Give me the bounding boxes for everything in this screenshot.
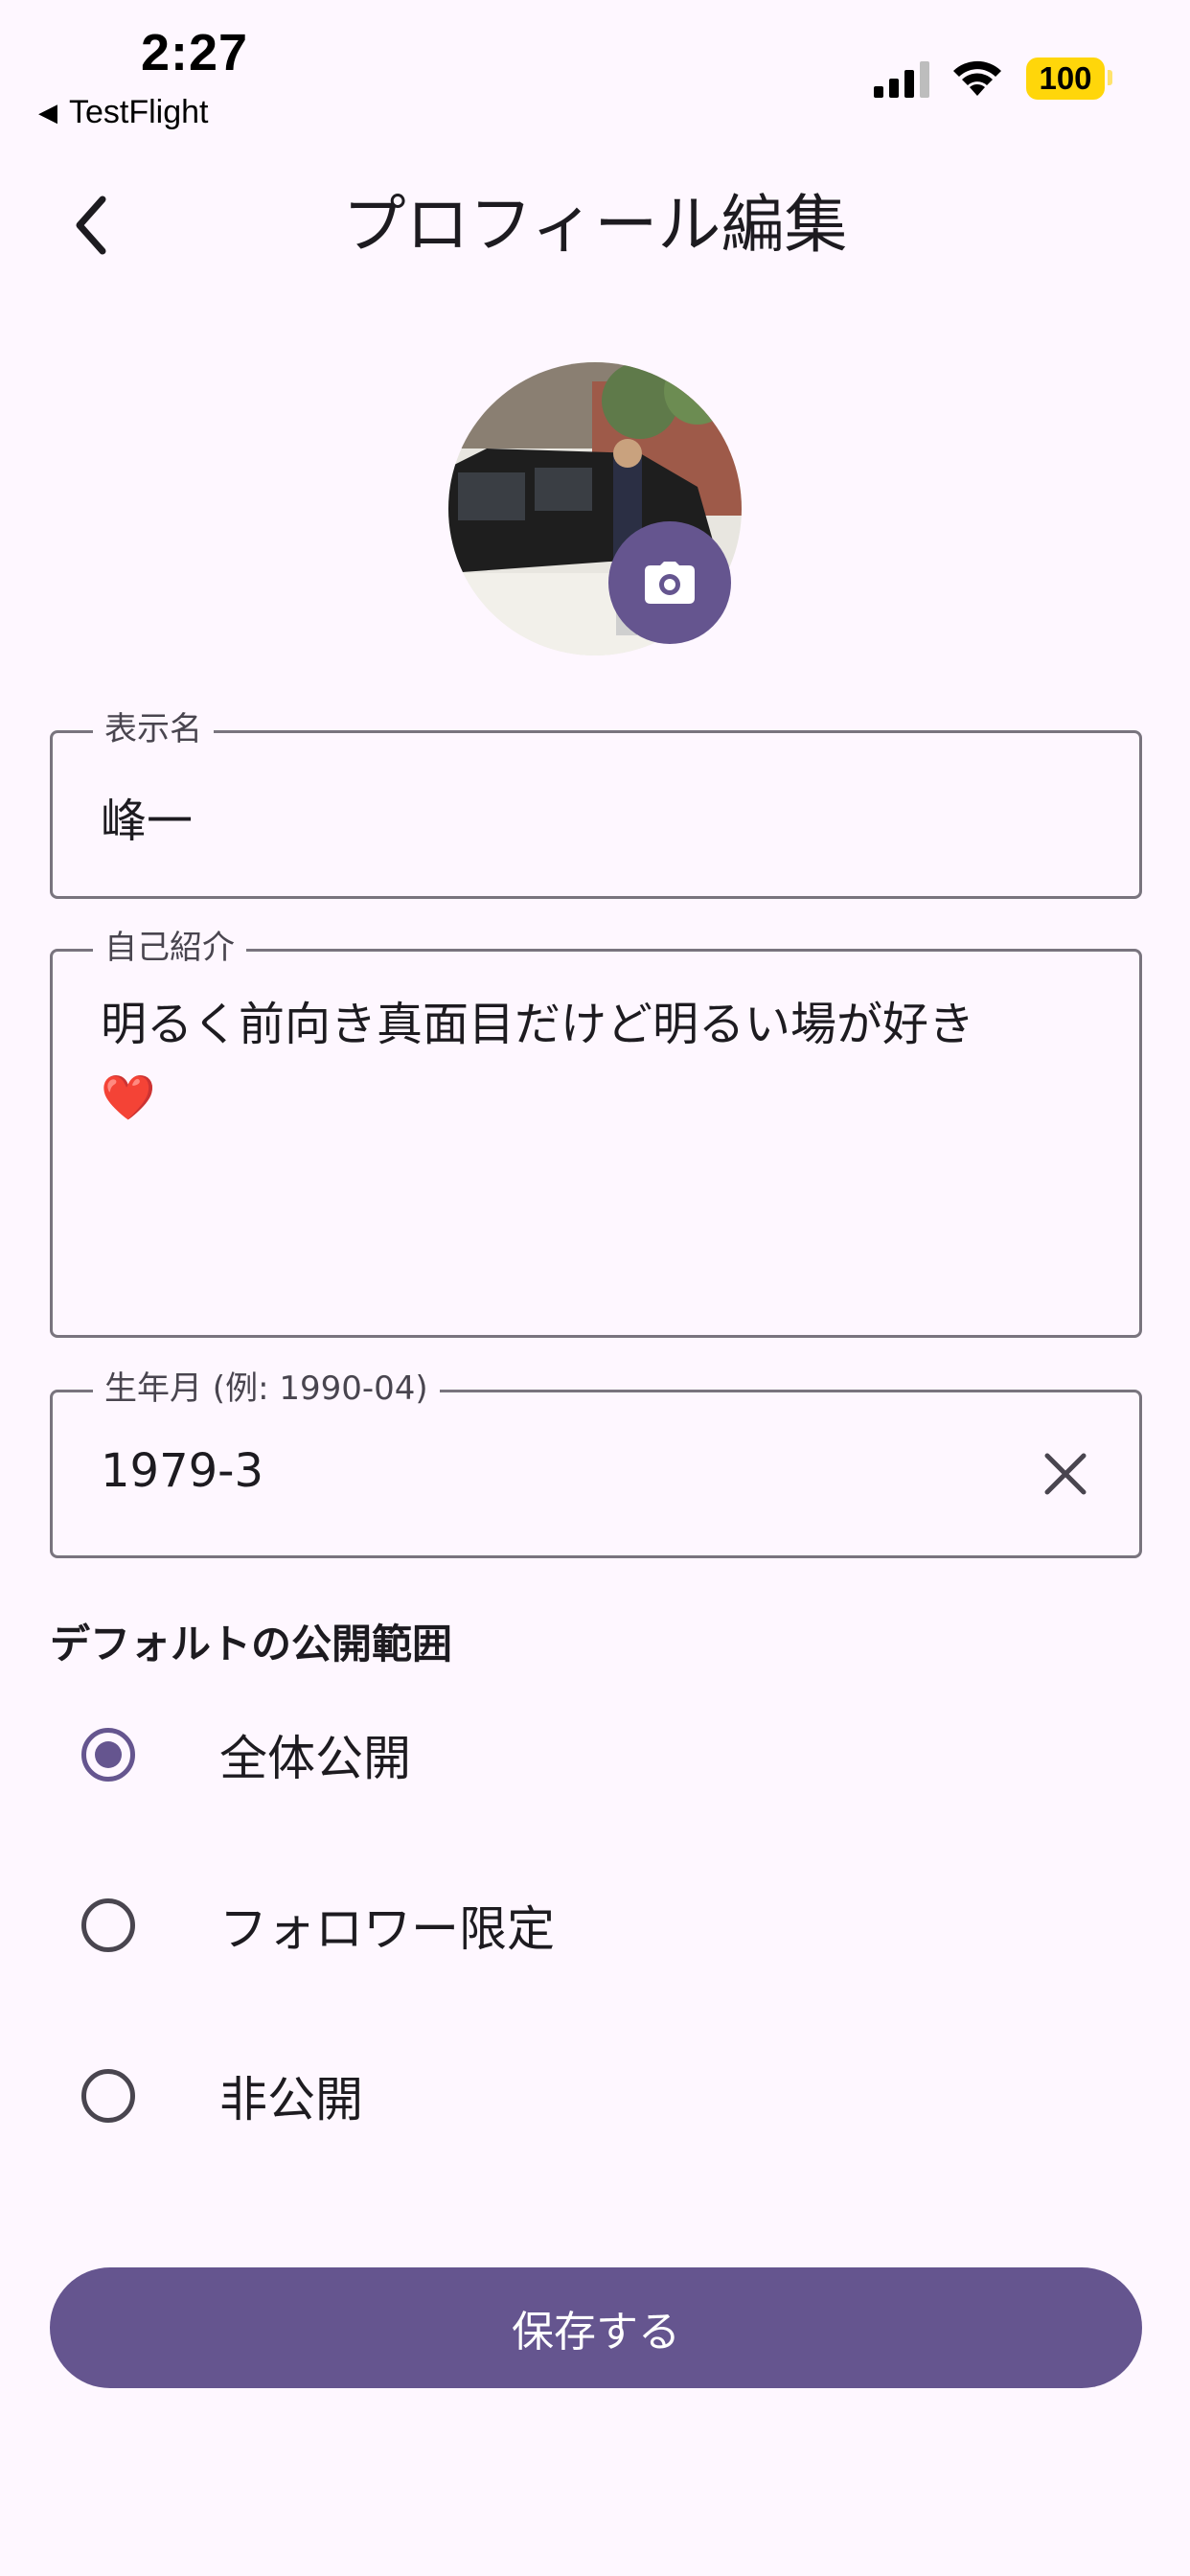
- visibility-option-label: フォロワー限定: [219, 1901, 555, 1957]
- clear-birth-button[interactable]: [1032, 1440, 1099, 1507]
- bio-value: 明るく前向き真面目だけど明るい場が好き ❤️: [101, 988, 1107, 1134]
- display-name-label: 表示名: [93, 710, 214, 748]
- back-to-app-link[interactable]: ◀ TestFlight: [38, 94, 209, 131]
- page-title: プロフィール編集: [342, 188, 848, 262]
- radio-unselected-icon[interactable]: [81, 1898, 135, 1952]
- display-name-field[interactable]: 表示名 峰一: [50, 710, 1142, 899]
- status-time: 2:27: [141, 24, 249, 81]
- radio-selected-icon[interactable]: [81, 1728, 135, 1782]
- change-photo-button[interactable]: [608, 521, 731, 644]
- close-icon: [1044, 1453, 1087, 1495]
- battery-icon: 100: [1026, 58, 1105, 100]
- bio-text: 明るく前向き真面目だけど明るい場が好き: [101, 998, 975, 1051]
- birth-month-value: 1979-3: [101, 1444, 264, 1498]
- save-button[interactable]: 保存する: [50, 2267, 1142, 2388]
- signal-icon: [874, 61, 929, 98]
- battery-tip: [1108, 70, 1112, 85]
- back-triangle-icon: ◀: [38, 98, 57, 126]
- display-name-value: 峰一: [101, 794, 194, 848]
- birth-month-label: 生年月 (例: 1990-04): [93, 1369, 440, 1408]
- visibility-option-label: 全体公開: [219, 1731, 411, 1786]
- radio-unselected-icon[interactable]: [81, 2069, 135, 2123]
- bio-label: 自己紹介: [93, 929, 246, 967]
- visibility-option-public[interactable]: 全体公開: [50, 1683, 1142, 1827]
- visibility-option-label: 非公開: [219, 2072, 363, 2128]
- camera-icon: [645, 562, 695, 604]
- bio-field[interactable]: 自己紹介 明るく前向き真面目だけど明るい場が好き ❤️: [50, 929, 1142, 1338]
- visibility-option-private[interactable]: 非公開: [50, 2024, 1142, 2168]
- heart-emoji: ❤️: [101, 1071, 156, 1123]
- visibility-option-followers[interactable]: フォロワー限定: [50, 1853, 1142, 1997]
- wifi-icon: [953, 60, 1001, 96]
- visibility-section-title: デフォルトの公開範囲: [50, 1621, 453, 1668]
- birth-month-field[interactable]: 生年月 (例: 1990-04) 1979-3: [50, 1369, 1142, 1558]
- back-app-label: TestFlight: [69, 94, 209, 130]
